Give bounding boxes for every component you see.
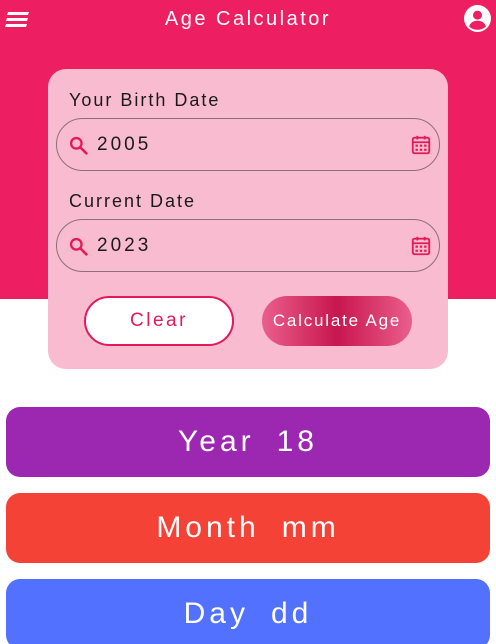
calendar-icon[interactable] xyxy=(410,134,432,156)
calculate-age-button[interactable]: Calculate Age xyxy=(262,296,412,346)
current-date-field[interactable]: 2023 xyxy=(56,219,440,272)
month-result: Month mm xyxy=(6,493,490,563)
month-label: Month xyxy=(156,511,260,544)
year-result: Year 18 xyxy=(6,407,490,477)
account-circle-icon[interactable] xyxy=(464,5,491,32)
birth-date-label: Your Birth Date xyxy=(69,90,221,110)
date-input-card: Your Birth Date 2005 Current Date 2023 C… xyxy=(48,69,448,369)
birth-date-field[interactable]: 2005 xyxy=(56,118,440,171)
month-value: mm xyxy=(281,511,340,544)
search-icon xyxy=(69,136,88,155)
birth-date-value: 2005 xyxy=(97,134,152,155)
current-date-value: 2023 xyxy=(97,235,152,256)
year-label: Year xyxy=(178,425,255,458)
current-date-label: Current Date xyxy=(69,191,197,211)
day-value: dd xyxy=(270,597,313,630)
year-value: 18 xyxy=(276,425,318,458)
day-label: Day xyxy=(183,597,249,630)
clear-button[interactable]: Clear xyxy=(84,296,234,346)
search-icon xyxy=(69,237,88,256)
calendar-icon[interactable] xyxy=(410,235,432,257)
app-title: Age Calculator xyxy=(164,8,332,30)
day-result: Day dd xyxy=(6,579,490,644)
